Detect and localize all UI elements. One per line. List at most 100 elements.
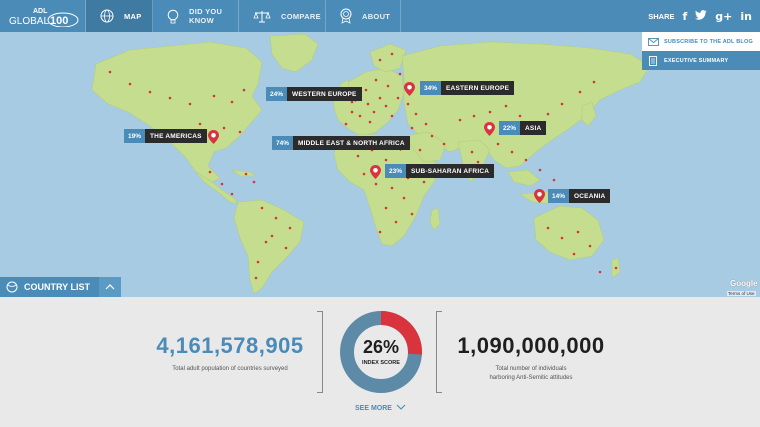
- country-dot[interactable]: [504, 104, 508, 108]
- country-dot[interactable]: [598, 270, 602, 274]
- country-dot[interactable]: [496, 142, 500, 146]
- marker-pin-icon[interactable]: [370, 165, 381, 179]
- country-dot[interactable]: [560, 236, 564, 240]
- country-dot[interactable]: [390, 114, 394, 118]
- country-dot[interactable]: [108, 70, 112, 74]
- country-dot[interactable]: [378, 96, 382, 100]
- region-middle-east-north-africa[interactable]: 74% MIDDLE EAST & NORTH AFRICA: [272, 136, 410, 150]
- country-dot[interactable]: [398, 72, 402, 76]
- country-dot[interactable]: [358, 114, 362, 118]
- tab-did-you-know[interactable]: DID YOU KNOW: [153, 0, 239, 32]
- country-dot[interactable]: [256, 260, 260, 264]
- country-dot[interactable]: [252, 180, 256, 184]
- country-dot[interactable]: [576, 230, 580, 234]
- country-dot[interactable]: [578, 90, 582, 94]
- region-western-europe[interactable]: 24% WESTERN EUROPE: [266, 87, 362, 101]
- country-dot[interactable]: [364, 88, 368, 92]
- country-dot[interactable]: [406, 102, 410, 106]
- country-dot[interactable]: [368, 120, 372, 124]
- country-dot[interactable]: [588, 244, 592, 248]
- region-sub-saharan-africa[interactable]: 23% SUB-SAHARAN AFRICA: [385, 164, 495, 178]
- country-dot[interactable]: [614, 266, 618, 270]
- country-dot[interactable]: [198, 122, 202, 126]
- country-dot[interactable]: [230, 100, 234, 104]
- country-dot[interactable]: [254, 276, 258, 280]
- country-dot[interactable]: [378, 230, 382, 234]
- country-dot[interactable]: [476, 160, 480, 164]
- country-dot[interactable]: [422, 180, 426, 184]
- country-dot[interactable]: [222, 126, 226, 130]
- country-dot[interactable]: [212, 94, 216, 98]
- marker-pin-icon[interactable]: [208, 130, 219, 144]
- executive-summary-button[interactable]: EXECUTIVE SUMMARY: [642, 51, 760, 70]
- country-dot[interactable]: [510, 150, 514, 154]
- country-dot[interactable]: [410, 126, 414, 130]
- country-dot[interactable]: [350, 110, 354, 114]
- country-dot[interactable]: [378, 58, 382, 62]
- country-dot[interactable]: [560, 102, 564, 106]
- country-dot[interactable]: [418, 148, 422, 152]
- adl-global-100-logo[interactable]: ADL GLOBAL 100: [0, 0, 86, 32]
- subscribe-blog-button[interactable]: SUBSCRIBE TO THE ADL BLOG: [642, 32, 760, 51]
- region-asia[interactable]: 22% ASIA: [499, 121, 547, 135]
- country-dot[interactable]: [386, 84, 390, 88]
- chevron-up-icon[interactable]: [99, 277, 121, 297]
- world-map[interactable]: 24% WESTERN EUROPE 34% EASTERN EUROPE 19…: [0, 32, 760, 297]
- country-dot[interactable]: [546, 112, 550, 116]
- country-dot[interactable]: [270, 234, 274, 238]
- country-dot[interactable]: [374, 78, 378, 82]
- country-dot[interactable]: [442, 142, 446, 146]
- country-dot[interactable]: [390, 52, 394, 56]
- region-eastern-europe[interactable]: 34% EASTERN EUROPE: [420, 81, 515, 95]
- country-dot[interactable]: [538, 168, 542, 172]
- marker-pin-icon[interactable]: [404, 82, 415, 96]
- country-dot[interactable]: [284, 246, 288, 250]
- country-dot[interactable]: [148, 90, 152, 94]
- country-dot[interactable]: [430, 134, 434, 138]
- country-dot[interactable]: [220, 182, 224, 186]
- country-dot[interactable]: [472, 114, 476, 118]
- linkedin-icon[interactable]: in: [740, 10, 752, 23]
- country-dot[interactable]: [344, 122, 348, 126]
- tab-compare[interactable]: COMPARE: [239, 0, 326, 32]
- country-dot[interactable]: [264, 240, 268, 244]
- country-dot[interactable]: [592, 80, 596, 84]
- country-dot[interactable]: [488, 110, 492, 114]
- country-dot[interactable]: [384, 158, 388, 162]
- google-plus-icon[interactable]: g+: [715, 10, 732, 23]
- country-dot[interactable]: [208, 170, 212, 174]
- region-the-americas[interactable]: 19% THE AMERICAS: [124, 129, 207, 143]
- country-dot[interactable]: [288, 226, 292, 230]
- country-dot[interactable]: [374, 182, 378, 186]
- see-more-button[interactable]: SEE MORE: [355, 404, 406, 412]
- region-oceania[interactable]: 14% OCEANIA: [548, 189, 611, 203]
- country-dot[interactable]: [396, 96, 400, 100]
- country-dot[interactable]: [414, 112, 418, 116]
- terms-of-use-link[interactable]: Terms of Use: [727, 291, 756, 296]
- facebook-icon[interactable]: f: [683, 10, 688, 23]
- country-dot[interactable]: [524, 158, 528, 162]
- country-dot[interactable]: [274, 216, 278, 220]
- country-list-toggle[interactable]: COUNTRY LIST: [0, 277, 121, 297]
- country-dot[interactable]: [230, 192, 234, 196]
- country-dot[interactable]: [260, 206, 264, 210]
- twitter-icon[interactable]: [695, 9, 707, 23]
- country-dot[interactable]: [546, 226, 550, 230]
- country-dot[interactable]: [366, 102, 370, 106]
- country-dot[interactable]: [128, 82, 132, 86]
- country-dot[interactable]: [384, 104, 388, 108]
- country-dot[interactable]: [356, 154, 360, 158]
- marker-pin-icon[interactable]: [484, 122, 495, 136]
- country-dot[interactable]: [552, 178, 556, 182]
- country-dot[interactable]: [394, 220, 398, 224]
- country-dot[interactable]: [518, 114, 522, 118]
- country-dot[interactable]: [362, 172, 366, 176]
- tab-about[interactable]: ABOUT: [326, 0, 401, 32]
- country-dot[interactable]: [470, 150, 474, 154]
- country-dot[interactable]: [390, 186, 394, 190]
- country-dot[interactable]: [244, 172, 248, 176]
- country-dot[interactable]: [402, 196, 406, 200]
- country-dot[interactable]: [384, 206, 388, 210]
- country-dot[interactable]: [458, 118, 462, 122]
- country-dot[interactable]: [572, 252, 576, 256]
